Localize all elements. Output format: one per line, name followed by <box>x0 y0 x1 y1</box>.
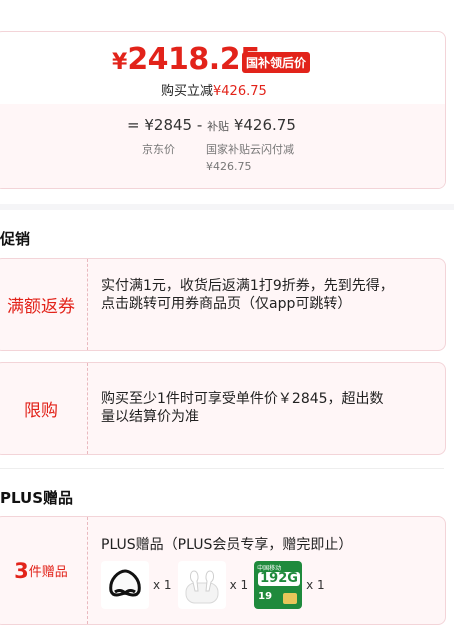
gift-qty: x 1 <box>153 578 172 592</box>
divider-line <box>0 468 444 469</box>
gift-item[interactable]: 中国移动 192G 19 x 1 <box>254 561 325 609</box>
subsidy-label: 国家补贴云闪付减 <box>206 143 294 156</box>
sim-card-icon: 中国移动 192G 19 <box>254 561 303 609</box>
plus-gift-card[interactable]: 3 件赠品 PLUS赠品（PLUS会员专享，赠完即止） x 1 x 1 中国移动… <box>0 516 446 625</box>
promo-label-coupon: 满额返券 <box>0 259 88 350</box>
gift-title: PLUS赠品（PLUS会员专享，赠完即止） <box>101 537 353 553</box>
gift-item[interactable]: x 1 <box>177 561 249 609</box>
gift-count-suffix: 件赠品 <box>28 565 68 580</box>
promo-label-limit: 限购 <box>0 363 88 454</box>
formula-equals: = <box>127 116 140 134</box>
reduce-amount: ¥426.75 <box>213 84 267 99</box>
price-breakdown: = ¥2845 - 补贴 ¥426.75 京东价 国家补贴云闪付减 ¥426.7… <box>0 104 445 188</box>
subsidy-badge: 国补领后价 <box>242 52 311 73</box>
sim-chip <box>283 593 298 604</box>
gift-count-label: 3 件赠品 <box>0 517 88 624</box>
jd-price-label: 京东价 <box>142 143 175 156</box>
formula-jd-price: ¥2845 <box>144 116 193 134</box>
currency-symbol: ¥ <box>112 50 128 75</box>
formula-subsidy-amount: ¥426.75 <box>233 116 296 134</box>
reduce-line: 购买立减¥426.75 <box>161 80 267 99</box>
formula-minus: - <box>196 116 203 134</box>
sleep-mask-icon <box>101 561 149 609</box>
formula-labels: 京东价 国家补贴云闪付减 ¥426.75 <box>142 142 294 173</box>
subsidy-amount: ¥426.75 <box>206 160 252 173</box>
final-price-value: 2418.25 <box>127 42 261 77</box>
gift-count: 3 <box>14 558 29 583</box>
gift-items: x 1 x 1 中国移动 192G 19 x 1 <box>101 560 331 610</box>
price-formula: = ¥2845 - 补贴 ¥426.75 <box>127 116 296 134</box>
final-price: ¥2418.25 <box>112 42 261 77</box>
card-price: 19 <box>258 591 273 602</box>
section-divider <box>0 204 454 210</box>
promo-desc-coupon: 实付满1元，收货后返满1打9折券，先到先得，点击跳转可用券商品页（仅app可跳转… <box>101 278 394 312</box>
promo-desc-limit: 购买至少1件时可享受单件价￥2845，超出数量以结算价为准 <box>101 391 384 425</box>
reduce-prefix: 购买立减 <box>161 84 214 99</box>
gift-item[interactable]: x 1 <box>101 561 172 609</box>
promo-section-title: 促销 <box>0 230 31 248</box>
earbuds-icon <box>177 561 226 609</box>
formula-subsidy-label: 补贴 <box>207 120 230 133</box>
price-card: ¥2418.25 国补领后价 购买立减¥426.75 = ¥2845 - 补贴 … <box>0 31 446 189</box>
gift-qty: x 1 <box>306 578 325 592</box>
promo-item-coupon[interactable]: 满额返券 实付满1元，收货后返满1打9折券，先到先得，点击跳转可用券商品页（仅a… <box>0 258 446 351</box>
promo-item-limit: 限购 购买至少1件时可享受单件价￥2845，超出数量以结算价为准 <box>0 362 446 455</box>
plus-section-title: PLUS赠品 <box>0 489 74 507</box>
card-data-amount: 192G <box>258 571 300 586</box>
gift-qty: x 1 <box>229 578 249 592</box>
price-top: ¥2418.25 国补领后价 购买立减¥426.75 <box>0 32 445 104</box>
